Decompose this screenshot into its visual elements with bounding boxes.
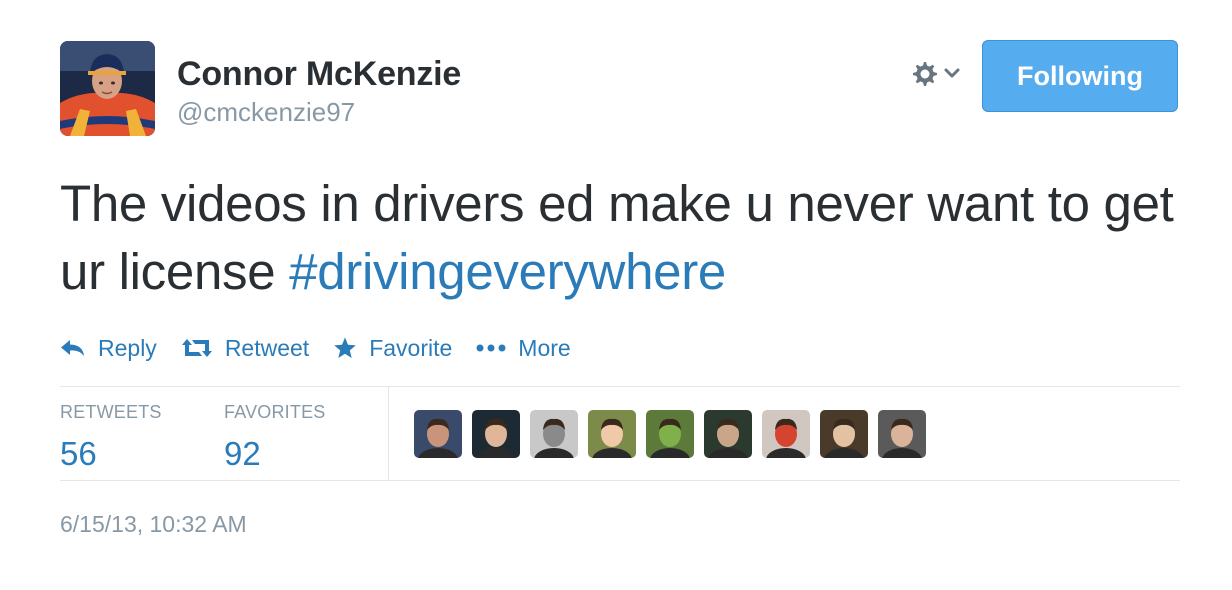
favoriter-avatar-9[interactable] xyxy=(878,410,926,458)
reply-icon xyxy=(60,338,86,358)
gear-icon xyxy=(908,57,940,94)
tweet-card: Connor McKenzie @cmckenzie97 Following T… xyxy=(0,0,1232,590)
avatar-photo xyxy=(60,41,155,136)
retweet-label: Retweet xyxy=(224,334,310,361)
more-label: More xyxy=(518,334,571,361)
tweet-text: The videos in drivers ed make u never wa… xyxy=(60,170,1190,306)
tweet-timestamp[interactable]: 6/15/13, 10:32 AM xyxy=(60,511,247,538)
reply-button[interactable]: Reply xyxy=(60,335,157,362)
favorites-stat[interactable]: FAVORITES 92 xyxy=(224,402,326,473)
tweet-actions: Reply Retweet Favorite More xyxy=(60,333,595,363)
favorites-count[interactable]: 92 xyxy=(224,435,326,473)
retweets-stat[interactable]: RETWEETS 56 xyxy=(60,402,162,473)
hashtag-link[interactable]: #drivingeverywhere xyxy=(289,243,726,300)
favoriter-avatar-5[interactable] xyxy=(646,410,694,458)
retweet-icon xyxy=(181,338,213,358)
favorite-label: Favorite xyxy=(369,334,453,361)
chevron-down-icon xyxy=(944,66,960,84)
favoriter-avatars xyxy=(414,410,936,458)
favoriter-avatar-1[interactable] xyxy=(414,410,462,458)
stats-vertical-divider xyxy=(388,387,389,480)
user-actions-dropdown[interactable] xyxy=(908,58,970,92)
favoriter-avatar-3[interactable] xyxy=(530,410,578,458)
stats-divider-bottom xyxy=(60,480,1180,481)
favorite-button[interactable]: Favorite xyxy=(333,335,452,362)
stats-divider-top xyxy=(60,386,1180,387)
reply-label: Reply xyxy=(98,334,157,361)
following-button[interactable]: Following xyxy=(982,40,1178,112)
retweets-count[interactable]: 56 xyxy=(60,435,162,473)
ellipsis-icon xyxy=(476,343,506,353)
author-username[interactable]: @cmckenzie97 xyxy=(177,97,355,128)
favoriter-avatar-8[interactable] xyxy=(820,410,868,458)
star-icon xyxy=(333,336,357,360)
favorites-label: FAVORITES xyxy=(224,402,326,422)
author-avatar[interactable] xyxy=(60,41,155,136)
favoriter-avatar-2[interactable] xyxy=(472,410,520,458)
more-button[interactable]: More xyxy=(476,334,571,362)
favoriter-avatar-6[interactable] xyxy=(704,410,752,458)
retweets-label: RETWEETS xyxy=(60,402,162,422)
author-fullname[interactable]: Connor McKenzie xyxy=(177,55,461,94)
favoriter-avatar-4[interactable] xyxy=(588,410,636,458)
favoriter-avatar-7[interactable] xyxy=(762,410,810,458)
retweet-button[interactable]: Retweet xyxy=(181,335,309,362)
